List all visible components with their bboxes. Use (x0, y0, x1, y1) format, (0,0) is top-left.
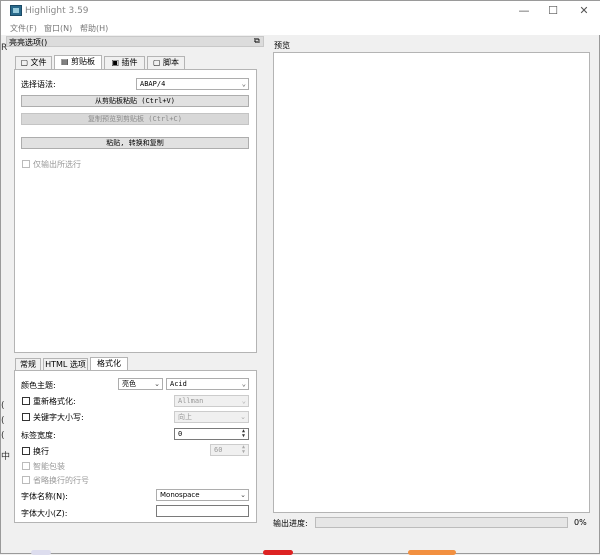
spin-down-icon[interactable]: ▼ (240, 434, 247, 439)
progress-percent: 0% (574, 518, 587, 527)
background-text: ( (1, 401, 5, 411)
theme-select[interactable]: Acid ⌄ (166, 378, 249, 390)
window-title: Highlight 3.59 (25, 6, 89, 16)
font-name-label: 字体名称(N): (21, 492, 68, 501)
reformat-label: 重新格式化: (33, 397, 76, 406)
background-text: ( (1, 431, 5, 441)
paste-convert-copy-button[interactable]: 粘贴, 转换和复制 (21, 137, 249, 149)
taskbar-strip (31, 550, 51, 555)
close-button[interactable]: ✕ (569, 1, 599, 21)
plugin-icon: ▣ (111, 58, 119, 67)
wrap-checkbox[interactable] (22, 447, 30, 455)
output-progress-bar (315, 517, 568, 528)
keyword-case-label: 关键字大小写: (33, 413, 84, 422)
omit-line-numbers-label: 省略换行的行号 (33, 476, 89, 485)
selected-lines-checkbox[interactable] (22, 160, 30, 168)
title-bar: Highlight 3.59 — ☐ ✕ (1, 1, 600, 21)
clipboard-icon: ▤ (60, 57, 69, 66)
options-panel-title: 亮亮选项() (9, 38, 48, 47)
background-text: 中 (1, 452, 11, 462)
chevron-down-icon: ⌄ (241, 380, 246, 388)
tab-width-spinbox[interactable]: 0 ▲ ▼ (174, 428, 249, 440)
background-text: ( (1, 416, 5, 426)
preview-area[interactable] (273, 52, 590, 513)
font-size-input[interactable] (156, 505, 249, 517)
spin-down-icon[interactable]: ▼ (240, 450, 247, 455)
reformat-select[interactable]: Allman ⌄ (174, 395, 249, 407)
formatting-tab-pane: 颜色主题: 亮色 ⌄ Acid ⌄ 重新格式化: Allman ⌄ 关键字大小写… (14, 370, 257, 523)
chevron-down-icon: ⌄ (241, 80, 246, 88)
font-name-select-value: Monospace (160, 491, 200, 499)
minimize-button[interactable]: — (509, 1, 539, 21)
syntax-select-value: ABAP/4 (140, 80, 166, 88)
smart-wrap-checkbox[interactable] (22, 462, 30, 470)
wrap-width-spinbox[interactable]: 60 ▲ ▼ (210, 444, 249, 456)
theme-brightness-select[interactable]: 亮色 ⌄ (118, 378, 163, 390)
keyword-case-select-value: 向上 (178, 413, 192, 421)
taskbar-strip (263, 550, 293, 555)
chevron-down-icon: ⌄ (240, 413, 246, 421)
tab-width-value: 0 (178, 430, 183, 438)
menu-window[interactable]: 窗口(N) (44, 23, 72, 34)
syntax-label: 选择语法: (21, 80, 56, 89)
app-window: Highlight 3.59 — ☐ ✕ 文件(F) 窗口(N) 帮助(H) R… (0, 0, 600, 555)
keyword-case-checkbox[interactable] (22, 413, 30, 421)
clipboard-tab-pane: 选择语法: ABAP/4 ⌄ 从剪贴板粘贴 (Ctrl+V) 复制预览到剪贴板 … (14, 69, 257, 353)
theme-brightness-value: 亮色 (122, 380, 136, 388)
theme-select-value: Acid (170, 380, 187, 388)
file-icon: ▢ (20, 58, 28, 67)
chevron-down-icon: ⌄ (240, 491, 246, 499)
syntax-select[interactable]: ABAP/4 ⌄ (136, 78, 249, 90)
smart-wrap-label: 智能包装 (33, 462, 65, 471)
reformat-checkbox[interactable] (22, 397, 30, 405)
omit-line-numbers-checkbox[interactable] (22, 476, 30, 484)
paste-from-clipboard-button[interactable]: 从剪贴板粘贴 (Ctrl+V) (21, 95, 249, 107)
preview-label: 预览 (274, 41, 290, 50)
copy-preview-button[interactable]: 复制预览到剪贴板 (Ctrl+C) (21, 113, 249, 125)
wrap-width-value: 60 (214, 446, 223, 454)
reformat-select-value: Allman (178, 397, 204, 405)
tab-clipboard[interactable]: ▤ 剪贴板 (54, 55, 102, 69)
tab-formatting[interactable]: 格式化 (90, 357, 128, 371)
taskbar-strip (408, 550, 456, 555)
tab-plugins-label: 插件 (121, 58, 138, 67)
app-logo-icon (10, 5, 22, 16)
script-icon: ▢ (152, 58, 161, 67)
theme-label: 颜色主题: (21, 381, 56, 390)
maximize-button[interactable]: ☐ (538, 1, 568, 21)
tab-plugins[interactable]: ▣ 插件 (104, 56, 145, 69)
tab-width-label: 标签宽度: (21, 431, 56, 440)
tab-scripts-label: 脚本 (163, 58, 180, 67)
menu-bar: 文件(F) 窗口(N) 帮助(H) (1, 21, 600, 35)
tab-scripts[interactable]: ▢ 脚本 (147, 56, 185, 69)
panel-restore-icon[interactable]: ⧉ (254, 36, 260, 46)
font-size-label: 字体大小(Z): (21, 509, 68, 518)
tab-file[interactable]: ▢ 文件 (15, 56, 52, 69)
chevron-down-icon: ⌄ (241, 397, 246, 405)
progress-label: 输出进度: (273, 519, 308, 528)
menu-help[interactable]: 帮助(H) (80, 23, 108, 34)
selected-lines-label: 仅输出所选行 (33, 160, 81, 169)
tab-clipboard-label: 剪贴板 (71, 57, 96, 66)
font-name-select[interactable]: Monospace ⌄ (156, 489, 249, 501)
options-panel-header: 亮亮选项() ⧉ (6, 36, 264, 47)
menu-file[interactable]: 文件(F) (10, 23, 37, 34)
keyword-case-select[interactable]: 向上 ⌄ (174, 411, 249, 423)
tab-file-label: 文件 (30, 58, 47, 67)
wrap-label: 换行 (33, 447, 49, 456)
chevron-down-icon: ⌄ (154, 380, 160, 388)
